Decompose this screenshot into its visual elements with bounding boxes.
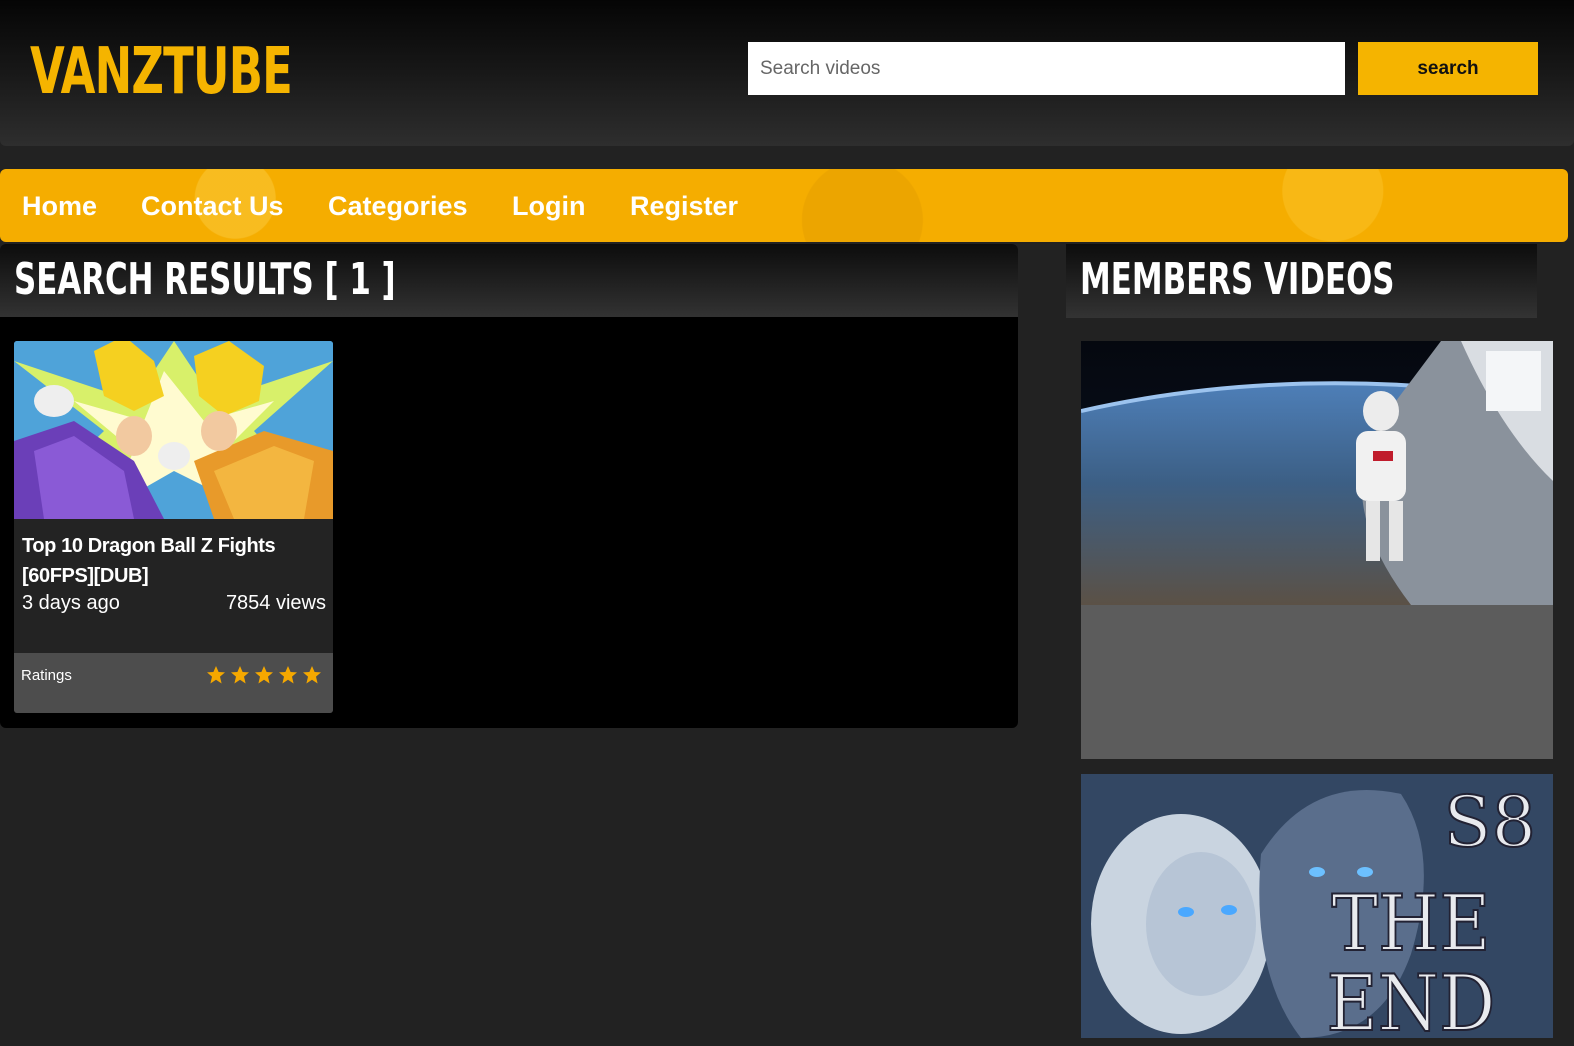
video-card[interactable]: Top 10 Dragon Ball Z Fights [60FPS][DUB]… bbox=[14, 341, 333, 713]
thumbnail-text-the: THE bbox=[1331, 879, 1490, 969]
thumbnail-text-end: END bbox=[1327, 959, 1496, 1038]
star-icon bbox=[231, 666, 249, 684]
nav-categories[interactable]: Categories bbox=[328, 189, 468, 223]
ratings-label: Ratings bbox=[21, 667, 72, 684]
s8-the-end-thumbnail[interactable]: S8 THE END bbox=[1081, 774, 1553, 1038]
members-videos-title: MEMBERS VIDEOS bbox=[1080, 254, 1395, 305]
nav-register[interactable]: Register bbox=[630, 189, 738, 223]
search-results-header: SEARCH RESULTS [ 1 ] bbox=[0, 244, 1018, 318]
nav-home[interactable]: Home bbox=[22, 189, 97, 223]
rating-bar: Ratings bbox=[14, 653, 333, 713]
star-rating bbox=[206, 665, 322, 685]
anime-fight-thumbnail[interactable] bbox=[14, 341, 333, 519]
nav-login[interactable]: Login bbox=[512, 189, 585, 223]
nav-contact-us[interactable]: Contact Us bbox=[141, 189, 284, 223]
video-title[interactable]: Top 10 Dragon Ball Z Fights [60FPS][DUB] bbox=[22, 531, 326, 591]
member-video-info bbox=[1081, 605, 1553, 759]
search-input[interactable] bbox=[748, 42, 1345, 95]
member-video-card[interactable]: S8 THE END bbox=[1081, 774, 1553, 1038]
site-logo[interactable]: VANZTUBE bbox=[30, 34, 293, 110]
thumbnail-text-s8: S8 bbox=[1444, 781, 1537, 863]
main-nav: Home Contact Us Categories Login Registe… bbox=[0, 169, 1568, 242]
star-icon bbox=[303, 666, 321, 684]
search-button[interactable]: search bbox=[1358, 42, 1538, 95]
star-icon bbox=[279, 666, 297, 684]
star-icon bbox=[207, 666, 225, 684]
member-video-card[interactable] bbox=[1081, 341, 1553, 759]
space-jump-thumbnail[interactable] bbox=[1081, 341, 1553, 605]
search-results-title: SEARCH RESULTS [ 1 ] bbox=[14, 254, 396, 305]
site-header: VANZTUBE search bbox=[0, 0, 1574, 146]
star-icon bbox=[255, 666, 273, 684]
video-age: 3 days ago bbox=[22, 592, 120, 614]
video-views: 7854 views bbox=[225, 592, 326, 614]
members-videos-header: MEMBERS VIDEOS bbox=[1066, 244, 1537, 318]
